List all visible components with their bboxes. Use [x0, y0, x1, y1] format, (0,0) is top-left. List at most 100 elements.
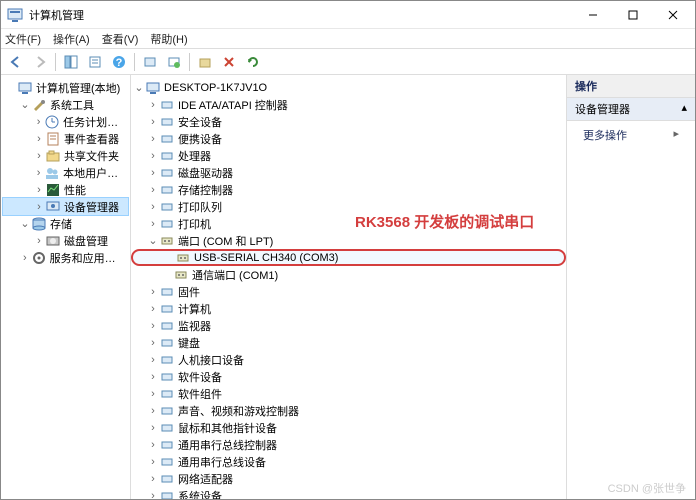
device-category[interactable]: ›磁盘驱动器	[131, 164, 566, 181]
expander-icon[interactable]: ›	[147, 286, 159, 298]
expander-icon[interactable]: ›	[147, 422, 159, 434]
left-item[interactable]: ›磁盘管理	[3, 232, 128, 249]
menu-view[interactable]: 查看(V)	[102, 31, 139, 47]
expander-icon[interactable]: ›	[33, 201, 45, 213]
expander-icon[interactable]: ›	[147, 473, 159, 485]
left-item[interactable]: ›事件查看器	[3, 130, 128, 147]
actions-section[interactable]: 设备管理器 ▴	[567, 98, 695, 121]
forward-button[interactable]	[29, 51, 51, 73]
update-button[interactable]	[242, 51, 264, 73]
expander-icon[interactable]: ›	[147, 133, 159, 145]
expander-icon[interactable]: ⌄	[147, 234, 159, 247]
expander-icon[interactable]: ›	[147, 337, 159, 349]
help-button[interactable]: ?	[108, 51, 130, 73]
left-group[interactable]: ⌄系统工具	[3, 96, 128, 113]
tree-item-label: 设备管理器	[64, 199, 119, 215]
device-root[interactable]: ⌄DESKTOP-1K7JV1O	[131, 79, 566, 96]
uninstall-button[interactable]	[194, 51, 216, 73]
tree-item-label: 计算机	[178, 301, 211, 317]
expander-icon[interactable]: ›	[147, 167, 159, 179]
expander-icon[interactable]: ⌄	[19, 98, 31, 111]
device-category[interactable]: ›系统设备	[131, 487, 566, 499]
back-button[interactable]	[5, 51, 27, 73]
expander-icon[interactable]: ›	[147, 218, 159, 230]
menu-help[interactable]: 帮助(H)	[150, 31, 187, 47]
center-pane[interactable]: ⌄DESKTOP-1K7JV1O›IDE ATA/ATAPI 控制器›安全设备›…	[131, 75, 567, 499]
device-category[interactable]: ›通用串行总线控制器	[131, 436, 566, 453]
device-icon	[159, 165, 175, 181]
expander-icon[interactable]: ›	[33, 116, 44, 128]
expander-icon[interactable]: ⌄	[19, 217, 31, 230]
device-category[interactable]: ›便携设备	[131, 130, 566, 147]
expander-icon[interactable]: ›	[147, 371, 159, 383]
device-category[interactable]: ›软件设备	[131, 368, 566, 385]
show-tree-button[interactable]	[60, 51, 82, 73]
expander-icon[interactable]: ›	[33, 235, 45, 247]
device-category[interactable]: ›网络适配器	[131, 470, 566, 487]
menu-file[interactable]: 文件(F)	[5, 31, 41, 47]
device-category[interactable]: ›安全设备	[131, 113, 566, 130]
menu-action[interactable]: 操作(A)	[53, 31, 90, 47]
left-group[interactable]: ›服务和应用程序	[3, 249, 128, 266]
collapse-icon[interactable]: ▴	[681, 101, 687, 117]
left-group[interactable]: ⌄存储	[3, 215, 128, 232]
expander-icon[interactable]: ›	[33, 133, 45, 145]
device-category[interactable]: ›处理器	[131, 147, 566, 164]
expander-icon[interactable]: ›	[33, 167, 44, 179]
device-category[interactable]: ›固件	[131, 283, 566, 300]
expander-icon[interactable]: ›	[147, 490, 159, 500]
left-item[interactable]: ›共享文件夹	[3, 147, 128, 164]
expander-icon[interactable]: ›	[147, 303, 159, 315]
device-category[interactable]: › 计算机	[131, 300, 566, 317]
port-icon	[175, 250, 191, 266]
device-item[interactable]: 通信端口 (COM1)	[131, 266, 566, 283]
device-category[interactable]: ›人机接口设备	[131, 351, 566, 368]
device-category[interactable]: ›IDE ATA/ATAPI 控制器	[131, 96, 566, 113]
device-category[interactable]: ›声音、视频和游戏控制器	[131, 402, 566, 419]
maximize-button[interactable]	[613, 1, 653, 28]
device-category[interactable]: ›通用串行总线设备	[131, 453, 566, 470]
left-pane[interactable]: 计算机管理(本地)⌄系统工具›任务计划程序›事件查看器›共享文件夹›本地用户和组…	[1, 75, 131, 499]
expander-icon[interactable]: ›	[147, 184, 159, 196]
expander-icon[interactable]: ›	[147, 201, 159, 213]
left-root[interactable]: 计算机管理(本地)	[3, 79, 128, 96]
minimize-button[interactable]	[573, 1, 613, 28]
expander-icon[interactable]: ›	[147, 150, 159, 162]
expander-icon[interactable]: ›	[19, 252, 31, 264]
expander-icon[interactable]: ›	[147, 354, 159, 366]
expander-icon[interactable]: ⌄	[133, 81, 145, 94]
services-icon	[31, 250, 47, 266]
device-category[interactable]: ›键盘	[131, 334, 566, 351]
left-item[interactable]: › 设备管理器	[3, 198, 128, 215]
device-category[interactable]: ›鼠标和其他指针设备	[131, 419, 566, 436]
expander-icon[interactable]: ›	[147, 99, 159, 111]
expander-icon[interactable]: ›	[33, 150, 45, 162]
expander-icon[interactable]: ›	[147, 116, 159, 128]
app-icon	[7, 7, 23, 23]
expander-icon[interactable]: ›	[147, 388, 159, 400]
device-tree[interactable]: ⌄DESKTOP-1K7JV1O›IDE ATA/ATAPI 控制器›安全设备›…	[131, 79, 566, 499]
left-tree[interactable]: 计算机管理(本地)⌄系统工具›任务计划程序›事件查看器›共享文件夹›本地用户和组…	[3, 79, 128, 266]
device-category[interactable]: ›监视器	[131, 317, 566, 334]
tree-item-label: 软件组件	[178, 386, 222, 402]
expander-icon[interactable]: ›	[147, 439, 159, 451]
disable-button[interactable]	[218, 51, 240, 73]
properties-button[interactable]	[84, 51, 106, 73]
expander-icon[interactable]: ›	[147, 405, 159, 417]
scan-button[interactable]	[139, 51, 161, 73]
device-category[interactable]: ⌄端口 (COM 和 LPT)	[131, 232, 566, 249]
device-item[interactable]: USB-SERIAL CH340 (COM3)	[131, 249, 566, 266]
left-item[interactable]: ›任务计划程序	[3, 113, 128, 130]
left-item[interactable]: ›本地用户和组	[3, 164, 128, 181]
device-category[interactable]: ›存储控制器	[131, 181, 566, 198]
device-category[interactable]: › 软件组件	[131, 385, 566, 402]
device-category[interactable]: ›打印机	[131, 215, 566, 232]
expander-icon[interactable]: ›	[147, 456, 159, 468]
device-category[interactable]: ›打印队列	[131, 198, 566, 215]
device-view-button[interactable]	[163, 51, 185, 73]
expander-icon[interactable]: ›	[33, 184, 45, 196]
close-button[interactable]	[653, 1, 693, 28]
left-item[interactable]: ›性能	[3, 181, 128, 198]
more-actions-link[interactable]: 更多操作 ▸	[567, 121, 695, 149]
expander-icon[interactable]: ›	[147, 320, 159, 332]
